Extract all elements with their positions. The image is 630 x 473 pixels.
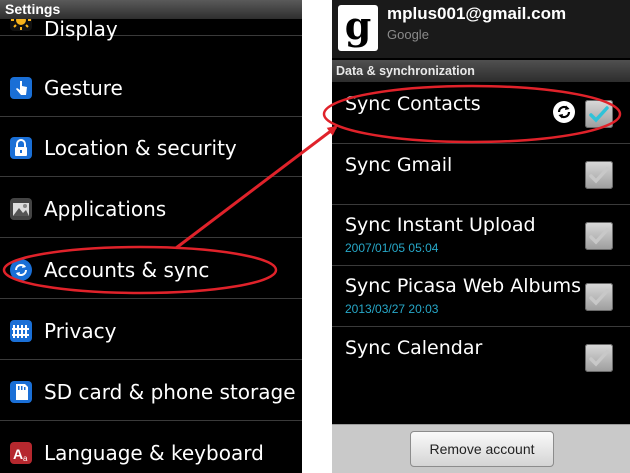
settings-item-applications[interactable]: Applications	[0, 178, 302, 238]
settings-item-label: Gesture	[44, 76, 123, 100]
sync-item-label: Sync Contacts	[345, 93, 481, 115]
settings-item-label: Location & security	[44, 136, 237, 160]
sync-gmail-checkbox[interactable]	[585, 161, 613, 189]
sync-instant-upload-checkbox[interactable]	[585, 222, 613, 250]
sync-item-label: Sync Gmail	[345, 154, 453, 176]
sdcard-icon	[10, 381, 32, 403]
account-header: g mplus001@gmail.com Google	[332, 0, 630, 58]
settings-item-label: SD card & phone storage	[44, 380, 296, 404]
settings-item-gesture[interactable]: Gesture	[0, 57, 302, 117]
account-provider: Google	[387, 27, 429, 42]
sync-item-gmail[interactable]: Sync Gmail	[332, 145, 630, 205]
google-logo-icon: g	[338, 5, 378, 51]
settings-item-label: Language & keyboard	[44, 441, 264, 465]
remove-account-button[interactable]: Remove account	[410, 431, 554, 467]
account-sync-screen: g mplus001@gmail.com Google Data & synch…	[332, 0, 630, 473]
account-email: mplus001@gmail.com	[387, 4, 567, 23]
bottom-bar: Remove account	[332, 424, 630, 473]
settings-item-label: Privacy	[44, 319, 117, 343]
applications-icon	[10, 198, 32, 220]
settings-item-sd-card-storage[interactable]: SD card & phone storage	[0, 361, 302, 421]
gesture-icon	[10, 77, 32, 99]
settings-item-language-keyboard[interactable]: Aa Language & keyboard	[0, 422, 302, 473]
settings-item-label: Applications	[44, 197, 167, 221]
settings-title: Settings	[0, 0, 302, 19]
lock-icon	[10, 137, 32, 159]
settings-item-accounts-sync[interactable]: Accounts & sync	[0, 239, 302, 299]
privacy-icon	[10, 320, 32, 342]
sync-active-icon	[553, 101, 575, 123]
sync-item-label: Sync Instant Upload	[345, 214, 536, 236]
settings-item-privacy[interactable]: Privacy	[0, 300, 302, 360]
sync-item-label: Sync Picasa Web Albums	[345, 275, 582, 297]
sync-item-calendar[interactable]: Sync Calendar	[332, 328, 630, 388]
sync-item-picasa[interactable]: Sync Picasa Web Albums 2013/03/27 20:03	[332, 267, 630, 327]
settings-item-label: Display	[44, 17, 118, 41]
language-icon: Aa	[10, 442, 32, 464]
sync-icon	[10, 259, 32, 281]
sync-item-instant-upload[interactable]: Sync Instant Upload 2007/01/05 05:04	[332, 206, 630, 266]
svg-text:a: a	[23, 454, 28, 463]
sync-item-contacts[interactable]: Sync Contacts	[332, 84, 630, 144]
sync-item-date: 2013/03/27 20:03	[345, 302, 439, 316]
sync-calendar-checkbox[interactable]	[585, 344, 613, 372]
settings-item-label: Accounts & sync	[44, 258, 210, 282]
sync-contacts-checkbox[interactable]	[585, 100, 613, 128]
sync-picasa-checkbox[interactable]	[585, 283, 613, 311]
section-header: Data & synchronization	[332, 60, 630, 82]
svg-text:A: A	[13, 446, 23, 462]
sync-item-date: 2007/01/05 05:04	[345, 241, 439, 255]
settings-screen: Display Gesture Location & security Appl…	[0, 0, 302, 473]
sync-item-label: Sync Calendar	[345, 337, 483, 359]
settings-item-location-security[interactable]: Location & security	[0, 117, 302, 177]
